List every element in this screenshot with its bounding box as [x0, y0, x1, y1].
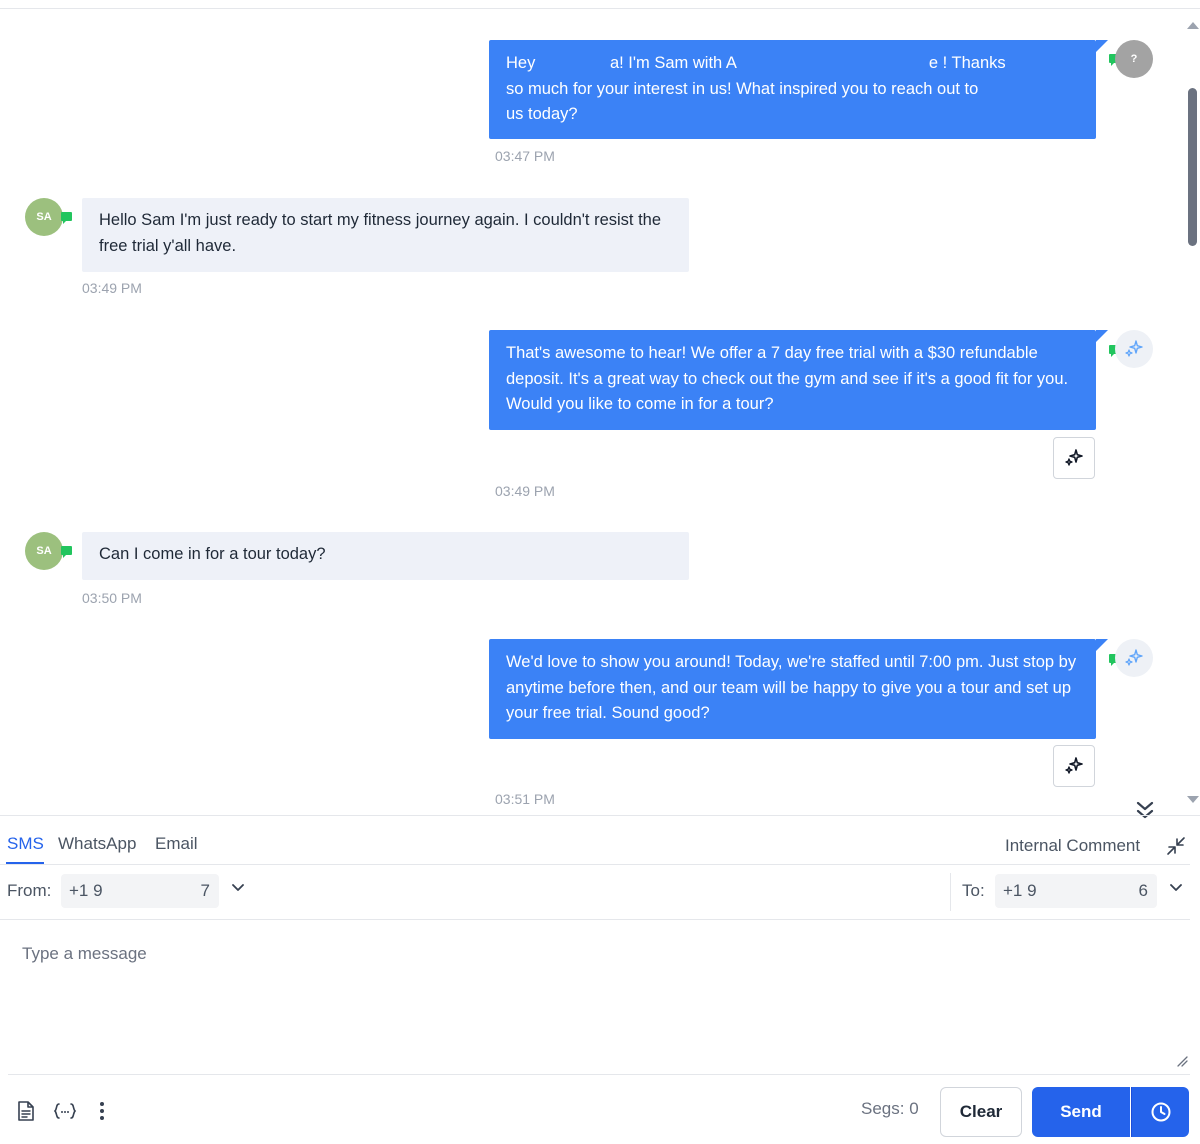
braces-icon [53, 1103, 77, 1119]
fields-divider [0, 919, 1190, 920]
schedule-send-button[interactable] [1131, 1087, 1189, 1137]
ai-sparkle-icon [1125, 649, 1143, 666]
document-icon [18, 1101, 34, 1121]
avatar-initials: ? [1130, 53, 1138, 65]
chevron-down-icon[interactable] [1169, 883, 1183, 893]
user-avatar[interactable]: ? [1115, 40, 1153, 78]
collapse-icon[interactable] [1166, 836, 1186, 856]
from-to-row: From: +1 9 7 To: +1 9 6 [0, 865, 1200, 919]
message-timestamp: 03:49 PM [495, 483, 555, 499]
ai-sparkle-icon [1125, 340, 1143, 357]
avatar-initials: SA [36, 545, 52, 557]
avatar-initials: SA [36, 211, 52, 223]
from-number-start: +1 9 [69, 881, 103, 900]
chat-scrollbar[interactable] [1184, 10, 1200, 814]
sms-channel-icon [61, 546, 72, 558]
message-text: so much for your interest in us! What in… [506, 79, 979, 98]
to-number-start: +1 9 [1003, 881, 1037, 900]
to-number-select[interactable]: +1 9 6 [995, 874, 1157, 908]
sms-channel-icon [61, 212, 72, 224]
conversation-thread: Hey a! I'm Sam with A e ! Thanks so much … [0, 10, 1184, 819]
ai-agent-avatar [1115, 330, 1153, 368]
custom-values-icon[interactable] [52, 1098, 78, 1124]
internal-comment-tab[interactable]: Internal Comment [1005, 836, 1140, 856]
from-number-select[interactable]: +1 9 7 [61, 874, 219, 908]
message-timestamp: 03:51 PM [495, 791, 555, 807]
clock-icon [1151, 1102, 1170, 1122]
message-text: us today? [506, 105, 578, 123]
outbound-message: Hey a! I'm Sam with A e ! Thanks so much … [489, 40, 1108, 139]
resize-handle-icon[interactable] [1176, 1055, 1188, 1067]
contact-avatar[interactable]: SA [25, 532, 63, 570]
segments-count: Segs: 0 [861, 1099, 919, 1118]
message-text: That's awesome to hear! We offer a 7 day… [506, 344, 1069, 413]
inbound-message: Can I come in for a tour today? [82, 532, 689, 580]
send-button[interactable]: Send [1032, 1087, 1130, 1137]
top-divider [0, 8, 1200, 9]
input-divider [8, 1074, 1190, 1075]
redacted-text [736, 54, 929, 73]
from-label: From: [7, 881, 52, 900]
message-timestamp: 03:49 PM [82, 280, 142, 296]
message-input[interactable] [8, 930, 1192, 1070]
redacted-text [539, 54, 610, 73]
message-timestamp: 03:50 PM [82, 590, 142, 606]
message-timestamp: 03:47 PM [495, 148, 555, 164]
to-label: To: [962, 881, 985, 900]
message-text: a! I'm Sam with A [609, 54, 737, 72]
more-options-icon[interactable] [90, 1098, 114, 1124]
scroll-down-arrow[interactable] [1187, 796, 1199, 803]
scroll-up-arrow[interactable] [1187, 22, 1199, 29]
channel-tabs: SMS WhatsApp Email Internal Comment [0, 816, 1200, 864]
ai-suggest-button[interactable] [1053, 437, 1095, 479]
inbound-message: Hello Sam I'm just ready to start my fit… [82, 198, 689, 272]
ai-sparkle-icon [1065, 449, 1083, 466]
kebab-menu-icon [100, 1102, 104, 1120]
message-text: Can I come in for a tour today? [99, 545, 326, 563]
clear-button[interactable]: Clear [940, 1087, 1022, 1137]
chevron-down-icon[interactable] [231, 883, 245, 893]
tab-email[interactable]: Email [155, 834, 198, 854]
to-number-end: 6 [1138, 881, 1148, 900]
message-text: Hello Sam I'm just ready to start my fit… [99, 211, 662, 255]
ai-suggest-button[interactable] [1053, 745, 1095, 787]
ai-agent-avatar [1115, 639, 1153, 677]
field-separator [950, 873, 951, 911]
ai-sparkle-icon [1065, 757, 1083, 774]
contact-avatar[interactable]: SA [25, 198, 63, 236]
tab-whatsapp[interactable]: WhatsApp [58, 834, 136, 854]
template-icon[interactable] [14, 1098, 38, 1124]
message-text: Hey [506, 54, 540, 72]
tab-sms[interactable]: SMS [7, 834, 44, 854]
outbound-message: That's awesome to hear! We offer a 7 day… [489, 330, 1108, 430]
from-number-end: 7 [200, 881, 210, 900]
message-text: We'd love to show you around! Today, we'… [506, 653, 1077, 722]
outbound-message: We'd love to show you around! Today, we'… [489, 639, 1108, 739]
message-text: e ! Thanks [928, 54, 1006, 72]
scroll-thumb[interactable] [1188, 88, 1197, 246]
